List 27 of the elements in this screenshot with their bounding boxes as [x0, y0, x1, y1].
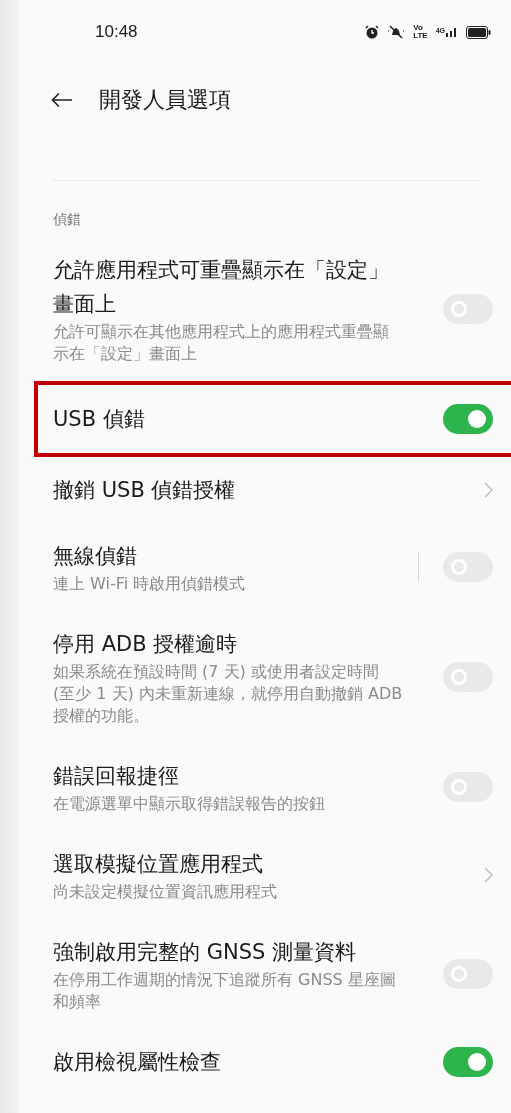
setting-title[interactable]: 無線偵錯	[53, 539, 403, 573]
toggle-switch[interactable]	[443, 1047, 493, 1077]
setting-title[interactable]: 撤銷 USB 偵錯授權	[53, 473, 403, 507]
setting-description: 允許可顯示在其他應用程式上的應用程式重疊顯示在「設定」畫面上	[53, 321, 390, 365]
back-arrow-icon[interactable]	[51, 92, 73, 108]
setting-description: 在電源選單中顯示取得錯誤報告的按鈕	[53, 793, 326, 815]
setting-description: 尚未設定模擬位置資訊應用程式	[53, 881, 278, 903]
setting-title[interactable]: 錯誤回報捷徑	[53, 759, 403, 793]
battery-icon	[466, 25, 491, 39]
setting-title[interactable]: USB 偵錯	[53, 402, 403, 436]
setting-description: 在停用工作週期的情況下追蹤所有 GNSS 星座圖和頻率	[53, 969, 397, 1013]
setting-description: 如果系統在預設時間 (7 天) 或使用者設定時間 (至少 1 天) 內未重新連線，就停用自動撤銷 ADB 授權的功能。	[53, 661, 403, 727]
setting-title[interactable]: 選取模擬位置應用程式	[53, 847, 403, 881]
chevron-right-icon	[484, 867, 493, 883]
page-title: 開發人員選項	[99, 86, 231, 114]
setting-title[interactable]: 允許應用程式可重疊顯示在「設定」畫面上	[53, 253, 403, 321]
chevron-right-icon	[484, 482, 493, 498]
setting-title[interactable]: 啟用檢視屬性檢查	[53, 1045, 403, 1079]
alarm-icon	[365, 25, 380, 39]
setting-title[interactable]: 停用 ADB 授權逾時	[53, 627, 403, 661]
setting-title[interactable]: 強制啟用完整的 GNSS 測量資料	[53, 935, 403, 969]
setting-description: 連上 Wi-Fi 時啟用偵錯模式	[53, 573, 247, 595]
volte-indicator: Vo LTE	[413, 24, 428, 40]
muted-bell-icon	[387, 25, 406, 39]
toggle-switch[interactable]	[443, 404, 493, 434]
status-time: 10:48	[95, 22, 138, 42]
section-label: 偵錯	[52, 210, 82, 229]
